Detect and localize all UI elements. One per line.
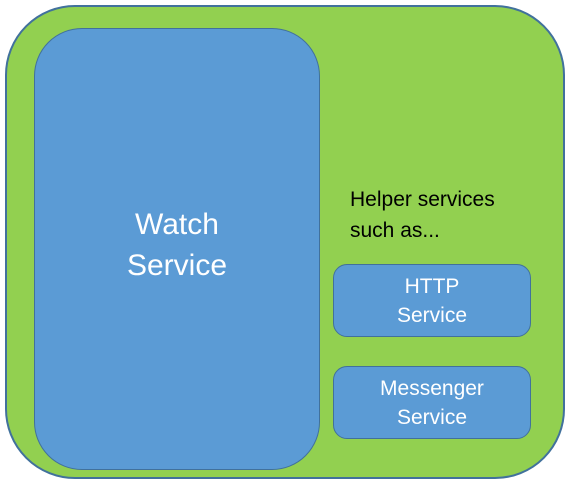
http-service-label-line1: HTTP xyxy=(404,274,460,298)
diagram-canvas: Watch Service Helper services such as...… xyxy=(0,0,572,486)
http-service-label-line2: Service xyxy=(396,303,468,327)
helper-services-caption: Helper services such as... xyxy=(350,184,560,246)
helper-services-caption-line2: such as... xyxy=(350,219,440,242)
http-service-box: HTTP Service xyxy=(333,264,531,337)
helper-services-caption-line1: Helper services xyxy=(350,188,495,211)
messenger-service-label-line2: Service xyxy=(396,405,468,429)
watch-service-label: Watch Service xyxy=(34,204,320,286)
messenger-service-label-line1: Messenger xyxy=(380,376,484,400)
messenger-service-box: Messenger Service xyxy=(333,366,531,439)
watch-service-label-line1: Watch xyxy=(135,208,219,241)
watch-service-label-line2: Service xyxy=(126,249,228,282)
